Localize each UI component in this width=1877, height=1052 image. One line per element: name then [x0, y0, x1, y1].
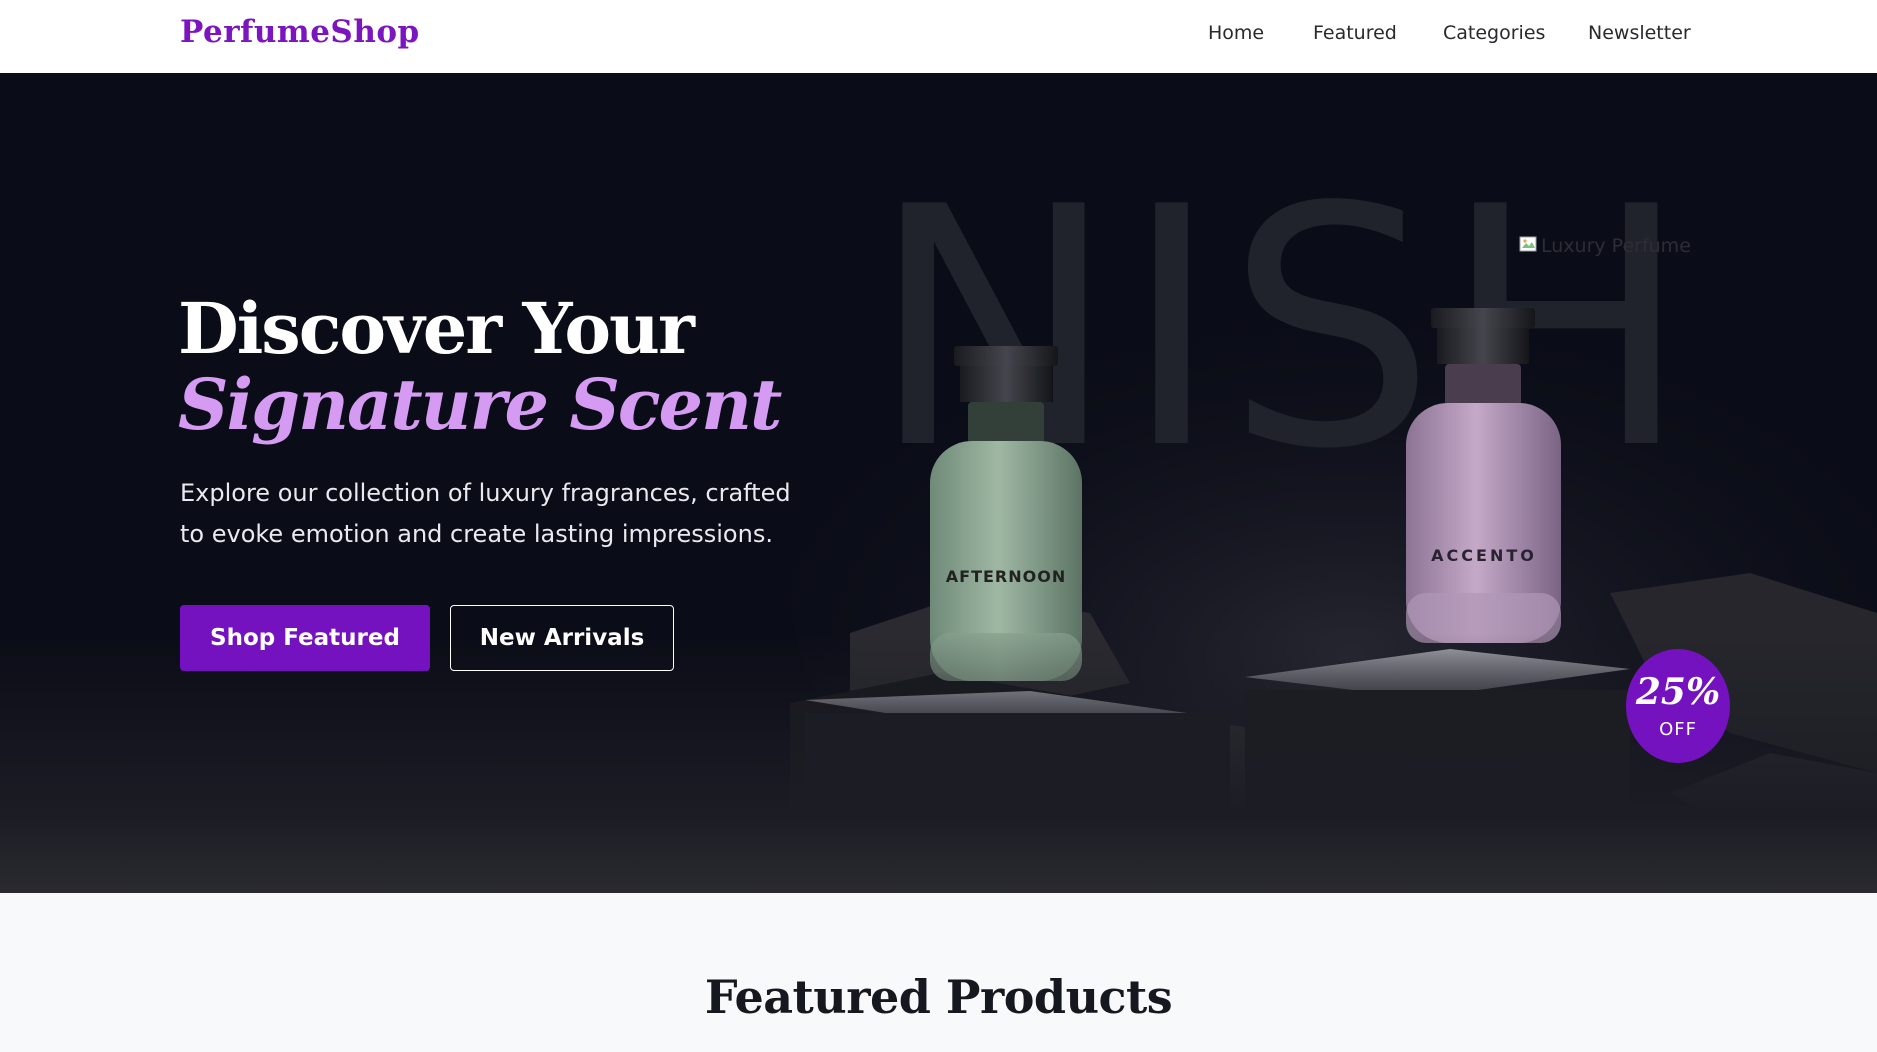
hero-title: Discover Your — [178, 287, 695, 370]
brand-logo[interactable]: PerfumeShop — [180, 14, 420, 50]
hero-title-accent: Signature Scent — [178, 363, 782, 446]
featured-products-title: Featured Products — [704, 970, 1173, 1024]
shop-featured-button[interactable]: Shop Featured — [180, 605, 430, 671]
bottle-label-accento: ACCENTO — [1431, 546, 1537, 565]
discount-label: OFF — [1659, 719, 1697, 740]
hero-floor-shade — [0, 633, 1877, 893]
hero-section: NISH AFTERNOON ACCENTO Discover Your Sig… — [0, 73, 1877, 893]
discount-value: 25% — [1635, 671, 1721, 713]
hero-description: Explore our collection of luxury fragran… — [180, 479, 791, 548]
top-navbar: PerfumeShop Home Featured Categories New… — [0, 0, 1877, 73]
nav-link-newsletter[interactable]: Newsletter — [1588, 22, 1691, 44]
nav-link-featured[interactable]: Featured — [1313, 22, 1397, 44]
bottle-label-afternoon: AFTERNOON — [946, 567, 1066, 586]
nav-link-home[interactable]: Home — [1208, 22, 1264, 44]
image-alt-label: Luxury Perfume — [1541, 235, 1691, 257]
image-alt-text: Luxury Perfume — [1519, 235, 1691, 257]
new-arrivals-button[interactable]: New Arrivals — [450, 605, 674, 671]
discount-badge: 25% OFF — [1626, 649, 1730, 763]
nav-link-categories[interactable]: Categories — [1443, 22, 1545, 44]
